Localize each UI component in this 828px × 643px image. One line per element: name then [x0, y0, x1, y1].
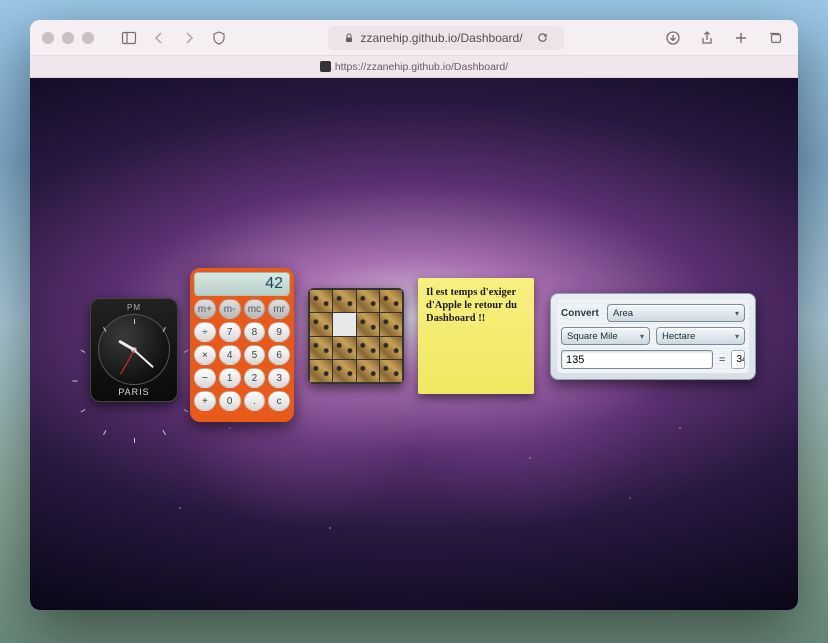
- converter-input[interactable]: [561, 350, 713, 369]
- converter-output: 34964.83948953: [731, 350, 745, 369]
- privacy-shield-icon[interactable]: [208, 29, 230, 47]
- puzzle-tile[interactable]: [310, 337, 332, 359]
- chevron-down-icon: ▾: [735, 309, 739, 318]
- to-unit-value: Hectare: [662, 331, 695, 342]
- puzzle-tile[interactable]: [357, 337, 379, 359]
- tile-puzzle-widget[interactable]: [308, 288, 404, 384]
- puzzle-tile[interactable]: [333, 290, 355, 312]
- calc-key-1[interactable]: 1: [219, 368, 241, 388]
- equals-label: =: [719, 354, 725, 366]
- clock-face: [98, 314, 170, 385]
- address-text: zzanehip.github.io/Dashboard/: [360, 31, 522, 45]
- calculator-widget[interactable]: 42 m+m-mcmr ÷789 ×456 −123 +0.c: [190, 268, 294, 422]
- puzzle-tile: [333, 313, 355, 335]
- calc-key-6[interactable]: 6: [268, 345, 290, 365]
- calc-key-×[interactable]: ×: [194, 345, 216, 365]
- forward-button[interactable]: [178, 29, 200, 47]
- close-button[interactable]: [42, 32, 54, 44]
- sidebar-icon[interactable]: [118, 29, 140, 47]
- puzzle-tile[interactable]: [380, 313, 402, 335]
- lock-icon: [344, 33, 354, 43]
- downloads-icon[interactable]: [662, 29, 684, 47]
- puzzle-tile[interactable]: [357, 290, 379, 312]
- calc-key-c[interactable]: c: [268, 391, 290, 411]
- clock-ampm: PM: [127, 303, 141, 312]
- toolbar-right: [662, 29, 786, 47]
- calc-key-÷[interactable]: ÷: [194, 322, 216, 342]
- new-tab-icon[interactable]: [730, 29, 752, 47]
- tab-favicon: [320, 61, 331, 72]
- calc-key-4[interactable]: 4: [219, 345, 241, 365]
- from-unit-select[interactable]: Square Mile ▾: [561, 327, 650, 345]
- calc-key-.[interactable]: .: [244, 391, 266, 411]
- tabs-overview-icon[interactable]: [764, 29, 786, 47]
- calc-key-0[interactable]: 0: [219, 391, 241, 411]
- calc-key-mr[interactable]: mr: [268, 299, 290, 319]
- calc-key-+[interactable]: +: [194, 391, 216, 411]
- category-value: Area: [613, 308, 633, 319]
- convert-label: Convert: [561, 308, 601, 319]
- calc-key-7[interactable]: 7: [219, 322, 241, 342]
- calc-key-mc[interactable]: mc: [244, 299, 266, 319]
- tab-bar[interactable]: https://zzanehip.github.io/Dashboard/: [30, 56, 798, 78]
- puzzle-tile[interactable]: [333, 337, 355, 359]
- puzzle-tile[interactable]: [310, 360, 332, 382]
- safari-window: zzanehip.github.io/Dashboard/ https://zz…: [30, 20, 798, 610]
- puzzle-tile[interactable]: [380, 290, 402, 312]
- page-content: PM PARIS 42 m+m-mcmr ÷789 ×456 −123 +0.c Il …: [30, 78, 798, 610]
- puzzle-tile[interactable]: [333, 360, 355, 382]
- puzzle-tile[interactable]: [357, 313, 379, 335]
- calc-key-5[interactable]: 5: [244, 345, 266, 365]
- to-unit-select[interactable]: Hectare ▾: [656, 327, 745, 345]
- calculator-keypad: m+m-mcmr ÷789 ×456 −123 +0.c: [194, 299, 290, 414]
- minimize-button[interactable]: [62, 32, 74, 44]
- puzzle-tile[interactable]: [310, 313, 332, 335]
- clock-city: PARIS: [118, 387, 149, 397]
- calc-key-m+[interactable]: m+: [194, 299, 216, 319]
- tab-label: https://zzanehip.github.io/Dashboard/: [335, 61, 508, 73]
- puzzle-tile[interactable]: [380, 337, 402, 359]
- calc-key-2[interactable]: 2: [244, 368, 266, 388]
- calc-key-m-[interactable]: m-: [219, 299, 241, 319]
- world-clock-widget[interactable]: PM PARIS: [90, 298, 178, 402]
- window-controls: [42, 32, 94, 44]
- calculator-display: 42: [194, 272, 290, 296]
- reload-icon[interactable]: [537, 32, 548, 43]
- calc-key-9[interactable]: 9: [268, 322, 290, 342]
- calc-key-3[interactable]: 3: [268, 368, 290, 388]
- converter-output-value: 34964.83948953: [736, 354, 745, 365]
- share-icon[interactable]: [696, 29, 718, 47]
- calc-key-8[interactable]: 8: [244, 322, 266, 342]
- back-button[interactable]: [148, 29, 170, 47]
- puzzle-tile[interactable]: [357, 360, 379, 382]
- sticky-text[interactable]: Il est temps d'exiger d'Apple le retour …: [426, 287, 517, 324]
- unit-converter-widget[interactable]: Convert Area ▾ Square Mile ▾ Hectare: [550, 293, 756, 380]
- puzzle-tile[interactable]: [380, 360, 402, 382]
- from-unit-value: Square Mile: [567, 331, 618, 342]
- category-select[interactable]: Area ▾: [607, 304, 745, 322]
- chevron-down-icon: ▾: [735, 332, 739, 341]
- chevron-down-icon: ▾: [640, 332, 644, 341]
- calc-key-−[interactable]: −: [194, 368, 216, 388]
- zoom-button[interactable]: [82, 32, 94, 44]
- address-bar[interactable]: zzanehip.github.io/Dashboard/: [328, 26, 564, 50]
- titlebar: zzanehip.github.io/Dashboard/: [30, 20, 798, 56]
- puzzle-tile[interactable]: [310, 290, 332, 312]
- sticky-note-widget[interactable]: Il est temps d'exiger d'Apple le retour …: [418, 278, 534, 394]
